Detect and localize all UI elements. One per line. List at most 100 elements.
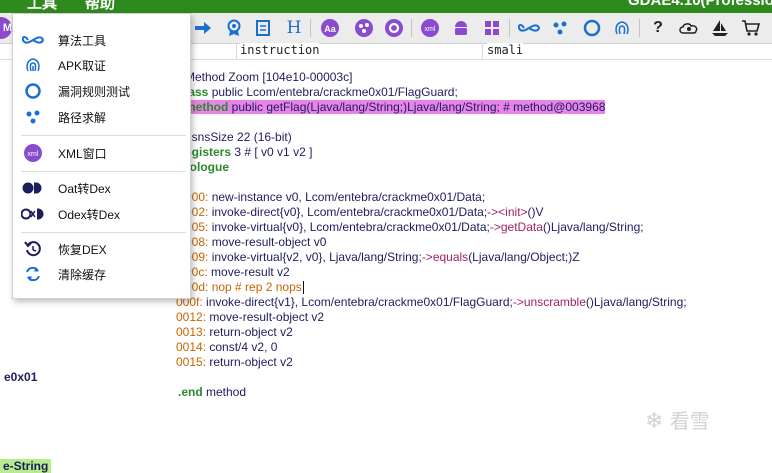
xml-icon[interactable]: xml <box>419 17 441 39</box>
code-text: invoke-direct{v0}, Lcom/entebra/crackme0… <box>208 205 488 219</box>
boat-icon[interactable] <box>709 17 731 39</box>
code-line-nop[interactable]: 00d: nop # rep 2 nops <box>185 280 304 295</box>
molecule-icon[interactable] <box>353 17 375 39</box>
end-text: method <box>202 385 247 399</box>
menu-item-odex-to-dex[interactable]: Odex转Dex <box>13 203 190 225</box>
xml-icon: xml <box>21 143 45 163</box>
method-line: method public getFlag(Ljava/lang/String;… <box>185 100 606 115</box>
code-line[interactable]: 000f: invoke-direct{v1}, Lcom/entebra/cr… <box>176 295 687 310</box>
code-text: move-result-object v2 <box>206 310 325 324</box>
menu-item-label: 算法工具 <box>58 33 107 48</box>
cart-icon[interactable] <box>740 17 762 39</box>
help-icon[interactable]: ? <box>647 17 669 39</box>
text-cursor <box>302 281 304 295</box>
app-title: GDAE4.10(Profession <box>628 0 772 9</box>
svg-text:xml: xml <box>28 151 39 158</box>
method-header: Method Zoom [104e10-00003c] <box>185 70 353 84</box>
code-line[interactable]: 009: invoke-virtual{v2, v0}, Ljava/lang/… <box>185 250 580 265</box>
menu-item-label: 恢复DEX <box>58 242 107 257</box>
column-divider <box>236 43 237 60</box>
code-text: return-object v2 <box>206 355 293 369</box>
toolbar-divider <box>509 19 510 37</box>
odx-icon <box>21 204 45 224</box>
registers-value: 3 # [ v0 v1 v2 ] <box>231 145 313 159</box>
ring-icon <box>21 81 45 101</box>
code-line[interactable]: 0015: return-object v2 <box>176 355 293 370</box>
code-line[interactable]: 0014: const/4 v2, 0 <box>176 340 277 355</box>
watermark: ❄ 看雪 <box>645 405 710 434</box>
menu-item-algorithm-tools[interactable]: 算法工具 <box>13 29 190 51</box>
code-call: ->equals <box>421 250 469 264</box>
menu-item-label: 路径求解 <box>58 110 107 125</box>
dots-icon[interactable] <box>549 17 571 39</box>
watermark-text: 看雪 <box>669 409 710 433</box>
fingerprint-icon[interactable] <box>611 17 633 39</box>
code-line[interactable]: 002: invoke-direct{v0}, Lcom/entebra/cra… <box>185 205 544 220</box>
menu-tools[interactable]: 工具 <box>27 0 57 13</box>
menu-item-xml-window[interactable]: xml XML窗口 <box>13 142 190 164</box>
registers-keyword: egisters <box>185 145 232 159</box>
windows-icon[interactable] <box>481 17 503 39</box>
menu-item-vuln-rule-test[interactable]: 漏洞规则测试 <box>13 80 190 102</box>
code-text: new-instance v0, Lcom/entebra/crackme0x0… <box>208 190 486 204</box>
tree-node-label[interactable]: e0x01 <box>4 370 37 384</box>
menu-item-oat-to-dex[interactable]: Oat转Dex <box>13 177 190 199</box>
tools-dropdown-menu: 算法工具 APK取证 漏洞规则测试 路径求解 xml XML窗口 Oat转Dex… <box>12 13 191 299</box>
code-text: invoke-virtual{v2, v0}, Ljava/lang/Strin… <box>208 250 422 264</box>
menu-separator <box>21 135 186 136</box>
gear-icon[interactable] <box>383 17 405 39</box>
svg-text:xml: xml <box>425 26 436 33</box>
menu-item-label: Odex转Dex <box>58 207 121 222</box>
refresh-icon <box>21 264 45 284</box>
fingerprint-icon <box>21 55 45 75</box>
code-address: 0012: <box>176 310 207 324</box>
menu-item-label: 漏洞规则测试 <box>58 84 131 99</box>
code-text: (Ljava/lang/Object;)Z <box>468 250 580 264</box>
cloud-icon[interactable] <box>678 17 700 39</box>
android-icon[interactable] <box>450 17 472 39</box>
prologue-line: rologue <box>185 160 229 174</box>
code-text: ()Ljava/lang/String; <box>542 220 644 234</box>
menu-item-apk-forensics[interactable]: APK取证 <box>13 54 190 76</box>
dots-icon <box>21 107 45 127</box>
ins-size-line: nsnsSize 22 (16-bit) <box>185 130 292 144</box>
menu-item-label: 清除缓存 <box>58 267 107 282</box>
toolbar-divider <box>411 19 412 37</box>
code-address: 0015: <box>176 355 207 369</box>
code-call: -><init> <box>487 205 528 219</box>
menu-item-restore-dex[interactable]: 恢复DEX <box>13 238 190 260</box>
column-divider <box>482 43 483 60</box>
code-line[interactable]: 0013: return-object v2 <box>176 325 293 340</box>
toolbar-divider <box>639 19 640 37</box>
code-line[interactable]: 00c: move-result v2 <box>185 265 290 280</box>
code-address: 0014: <box>176 340 207 354</box>
menu-item-label: XML窗口 <box>58 146 107 161</box>
code-text: move-result v2 <box>207 265 290 279</box>
aa-icon[interactable]: Aa <box>319 17 341 39</box>
code-line[interactable]: 000: new-instance v0, Lcom/entebra/crack… <box>185 190 485 205</box>
menubar: 工具 帮助 GDAE4.10(Profession <box>0 0 772 13</box>
menu-separator <box>21 232 186 233</box>
end-method-line: .end method <box>178 385 246 400</box>
method-signature-highlight: method public getFlag(Ljava/lang/String;… <box>185 100 606 114</box>
ring-icon[interactable] <box>581 17 603 39</box>
code-line[interactable]: 008: move-result-object v0 <box>185 235 326 250</box>
code-line[interactable]: 0012: move-result-object v2 <box>176 310 324 325</box>
menu-item-label: Oat转Dex <box>58 181 111 196</box>
arrow-right-icon[interactable] <box>192 17 214 39</box>
menu-help[interactable]: 帮助 <box>85 0 115 13</box>
code-call: ->unscramble <box>512 295 586 309</box>
method-keyword: method <box>185 100 229 114</box>
menu-item-path-solve[interactable]: 路径求解 <box>13 106 190 128</box>
tree-node-selected[interactable]: e-String <box>0 459 52 473</box>
restore-icon <box>21 239 45 259</box>
h-icon[interactable]: H <box>283 17 305 39</box>
menu-item-clear-cache[interactable]: 清除缓存 <box>13 263 190 285</box>
code-text: const/4 v2, 0 <box>206 340 278 354</box>
registers-line: egisters 3 # [ v0 v1 v2 ] <box>185 145 312 160</box>
code-text: invoke-virtual{v0}, Lcom/entebra/crackme… <box>208 220 490 234</box>
badge-icon[interactable] <box>223 17 245 39</box>
code-line[interactable]: 005: invoke-virtual{v0}, Lcom/entebra/cr… <box>185 220 644 235</box>
infinity-icon[interactable] <box>518 17 540 39</box>
copy-icon[interactable] <box>252 17 274 39</box>
